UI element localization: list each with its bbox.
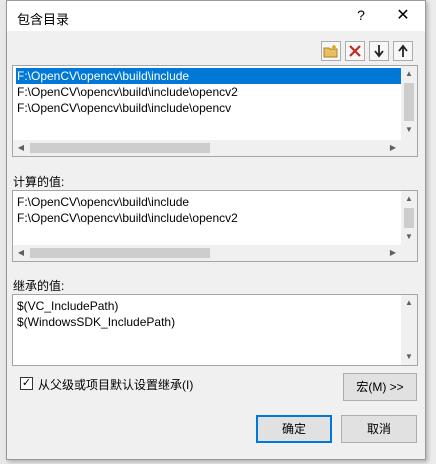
scroll-left-arrow[interactable]: ◀ — [13, 245, 29, 261]
scroll-down-arrow[interactable]: ▼ — [401, 229, 417, 245]
horizontal-scrollbar[interactable]: ◀ ▶ — [13, 245, 401, 261]
inherit-checkbox[interactable]: ✓ — [20, 377, 33, 390]
title-bar: 包含目录 ? ✕ — [7, 1, 425, 31]
list-item: $(VC_IncludePath) — [17, 299, 119, 313]
list-item: F:\OpenCV\opencv\build\include\opencv2 — [17, 211, 238, 225]
evaluated-values-list: F:\OpenCV\opencv\build\include F:\OpenCV… — [12, 190, 418, 262]
scrollbar-thumb[interactable] — [30, 248, 210, 258]
path-list[interactable]: F:\OpenCV\opencv\build\include F:\OpenCV… — [12, 65, 418, 157]
scroll-left-arrow[interactable]: ◀ — [13, 140, 29, 156]
scrollbar-thumb[interactable] — [30, 143, 210, 153]
list-item[interactable]: F:\OpenCV\opencv\build\include\opencv — [16, 100, 231, 116]
list-item[interactable]: F:\OpenCV\opencv\build\include\opencv2 — [16, 84, 238, 100]
list-item[interactable]: F:\OpenCV\opencv\build\include — [16, 68, 401, 84]
inherited-values-label: 继承的值: — [13, 279, 65, 293]
vertical-scrollbar[interactable]: ▲ ▼ — [401, 66, 417, 140]
arrow-down-icon — [374, 45, 384, 58]
list-item: F:\OpenCV\opencv\build\include — [17, 195, 190, 209]
macros-button[interactable]: 宏(M) >> — [343, 373, 417, 401]
new-line-button[interactable] — [321, 41, 341, 61]
arrow-up-icon — [398, 44, 408, 57]
vertical-scrollbar[interactable]: ▲ ▼ — [401, 191, 417, 245]
dialog-title: 包含目录 — [17, 12, 70, 27]
scrollbar-thumb[interactable] — [404, 208, 414, 228]
background-window-right — [426, 0, 436, 464]
scroll-corner — [401, 140, 417, 156]
scroll-down-arrow[interactable]: ▼ — [401, 122, 417, 138]
list-item: $(WindowsSDK_IncludePath) — [17, 315, 176, 329]
close-button[interactable]: ✕ — [393, 5, 413, 25]
scroll-right-arrow[interactable]: ▶ — [385, 245, 401, 261]
horizontal-scrollbar[interactable]: ◀ ▶ — [13, 140, 401, 156]
move-up-button[interactable] — [393, 41, 413, 61]
delete-x-icon — [349, 45, 361, 57]
help-button[interactable]: ? — [353, 7, 369, 23]
scroll-corner — [401, 245, 417, 261]
include-directories-dialog: 包含目录 ? ✕ F:\OpenCV\opencv\build\include … — [6, 0, 426, 460]
evaluated-values-label: 计算的值: — [13, 175, 65, 189]
new-folder-icon — [323, 45, 338, 58]
inherit-checkbox-label[interactable]: 从父级或项目默认设置继承(I) — [38, 376, 193, 393]
scroll-up-arrow[interactable]: ▲ — [401, 295, 417, 311]
scrollbar-thumb[interactable] — [404, 83, 414, 121]
inherited-values-list: $(VC_IncludePath) $(WindowsSDK_IncludePa… — [12, 294, 418, 366]
ok-button[interactable]: 确定 — [256, 415, 332, 443]
scroll-down-arrow[interactable]: ▼ — [401, 349, 417, 365]
scroll-up-arrow[interactable]: ▲ — [401, 66, 417, 82]
cancel-button[interactable]: 取消 — [341, 415, 417, 443]
move-down-button[interactable] — [369, 41, 389, 61]
delete-line-button[interactable] — [345, 41, 365, 61]
vertical-scrollbar[interactable]: ▲ ▼ — [401, 295, 417, 365]
scroll-right-arrow[interactable]: ▶ — [385, 140, 401, 156]
scroll-up-arrow[interactable]: ▲ — [401, 191, 417, 207]
